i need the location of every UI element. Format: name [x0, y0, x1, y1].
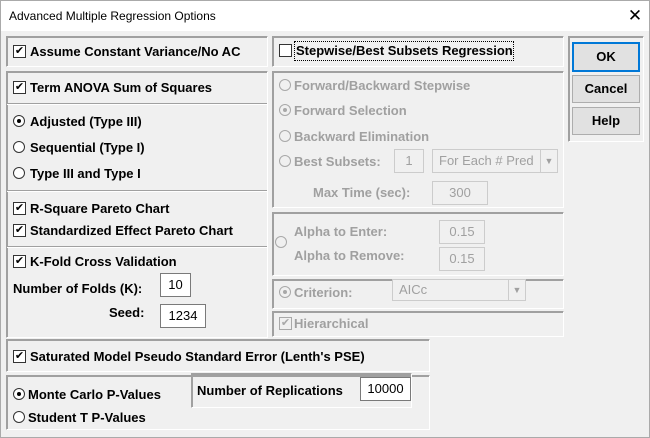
ss-type-both-radio[interactable]: [13, 167, 25, 179]
stepwise-label: Stepwise/Best Subsets Regression: [296, 43, 513, 58]
folds-label: Number of Folds (K):: [13, 281, 143, 296]
alpha-enter-label: Alpha to Enter:: [294, 224, 388, 239]
best-subsets-count-input[interactable]: 1: [394, 149, 424, 173]
method-backward-label: Backward Elimination: [294, 129, 430, 144]
ss-type-adjusted-label: Adjusted (Type III): [30, 114, 142, 129]
alpha-enter-input[interactable]: 0.15: [439, 220, 485, 244]
ok-button-label: OK: [596, 49, 616, 64]
help-button[interactable]: Help: [572, 107, 640, 135]
hierarchical-label: Hierarchical: [294, 316, 369, 331]
chevron-down-icon: ▼: [540, 150, 557, 172]
seed-input[interactable]: 1234: [160, 304, 206, 328]
student-t-label: Student T P-Values: [28, 410, 146, 425]
method-forward-backward-radio[interactable]: [279, 79, 291, 91]
alpha-remove-label: Alpha to Remove:: [294, 248, 405, 263]
ss-type-sequential-radio[interactable]: [13, 141, 25, 153]
max-time-label: Max Time (sec):: [313, 185, 411, 200]
std-effect-pareto-label: Standardized Effect Pareto Chart: [30, 223, 233, 238]
kfold-label: K-Fold Cross Validation: [30, 254, 177, 269]
method-best-subsets-radio[interactable]: [279, 155, 291, 167]
student-t-radio[interactable]: [13, 411, 25, 423]
ok-button[interactable]: OK: [572, 42, 640, 72]
folds-input[interactable]: 10: [160, 273, 191, 297]
lenth-pse-label: Saturated Model Pseudo Standard Error (L…: [30, 349, 365, 364]
criterion-label: Criterion:: [294, 285, 353, 300]
term-anova-checkbox[interactable]: ✔: [13, 81, 26, 94]
alpha-remove-input[interactable]: 0.15: [439, 247, 485, 271]
cancel-button-label: Cancel: [584, 81, 628, 96]
replications-label: Number of Replications: [197, 383, 343, 398]
divider: [7, 103, 267, 105]
max-time-input[interactable]: 300: [432, 181, 488, 205]
criterion-mode-radio[interactable]: [279, 286, 291, 298]
best-subsets-mode-select[interactable]: For Each # Pred ▼: [432, 149, 558, 173]
hierarchical-checkbox[interactable]: ✔: [279, 317, 292, 330]
window-title: Advanced Multiple Regression Options: [9, 9, 216, 23]
method-forward-backward-label: Forward/Backward Stepwise: [294, 78, 471, 93]
term-anova-label: Term ANOVA Sum of Squares: [30, 80, 213, 95]
assume-constant-variance-checkbox[interactable]: ✔: [13, 45, 26, 58]
panel-alpha: [272, 212, 564, 276]
seed-label: Seed:: [109, 305, 145, 320]
ss-type-adjusted-radio[interactable]: [13, 115, 25, 127]
criterion-value: AICc: [399, 282, 428, 297]
method-forward-label: Forward Selection: [294, 103, 407, 118]
assume-constant-variance-label: Assume Constant Variance/No AC: [30, 44, 241, 59]
method-forward-radio[interactable]: [279, 104, 291, 116]
kfold-checkbox[interactable]: ✔: [13, 255, 26, 268]
chevron-down-icon: ▼: [508, 280, 525, 300]
best-subsets-mode-value: For Each # Pred: [439, 153, 534, 168]
method-best-subsets-label: Best Subsets:: [294, 154, 381, 169]
lenth-pse-checkbox[interactable]: ✔: [13, 350, 26, 363]
monte-carlo-label: Monte Carlo P-Values: [28, 387, 161, 402]
alpha-mode-radio[interactable]: [275, 236, 287, 248]
r-square-pareto-label: R-Square Pareto Chart: [30, 201, 170, 216]
r-square-pareto-checkbox[interactable]: ✔: [13, 202, 26, 215]
divider: [7, 190, 267, 192]
std-effect-pareto-checkbox[interactable]: ✔: [13, 224, 26, 237]
replications-input[interactable]: 10000: [360, 377, 411, 401]
stepwise-checkbox[interactable]: [279, 44, 292, 57]
close-icon[interactable]: ✕: [622, 4, 648, 28]
method-backward-radio[interactable]: [279, 130, 291, 142]
divider: [7, 246, 267, 248]
criterion-select[interactable]: AICc ▼: [392, 279, 526, 301]
cancel-button[interactable]: Cancel: [572, 75, 640, 103]
help-button-label: Help: [591, 113, 621, 128]
ss-type-sequential-label: Sequential (Type I): [30, 140, 145, 155]
monte-carlo-radio[interactable]: [13, 388, 25, 400]
title-bar: Advanced Multiple Regression Options ✕: [0, 0, 650, 31]
ss-type-both-label: Type III and Type I: [30, 166, 141, 181]
